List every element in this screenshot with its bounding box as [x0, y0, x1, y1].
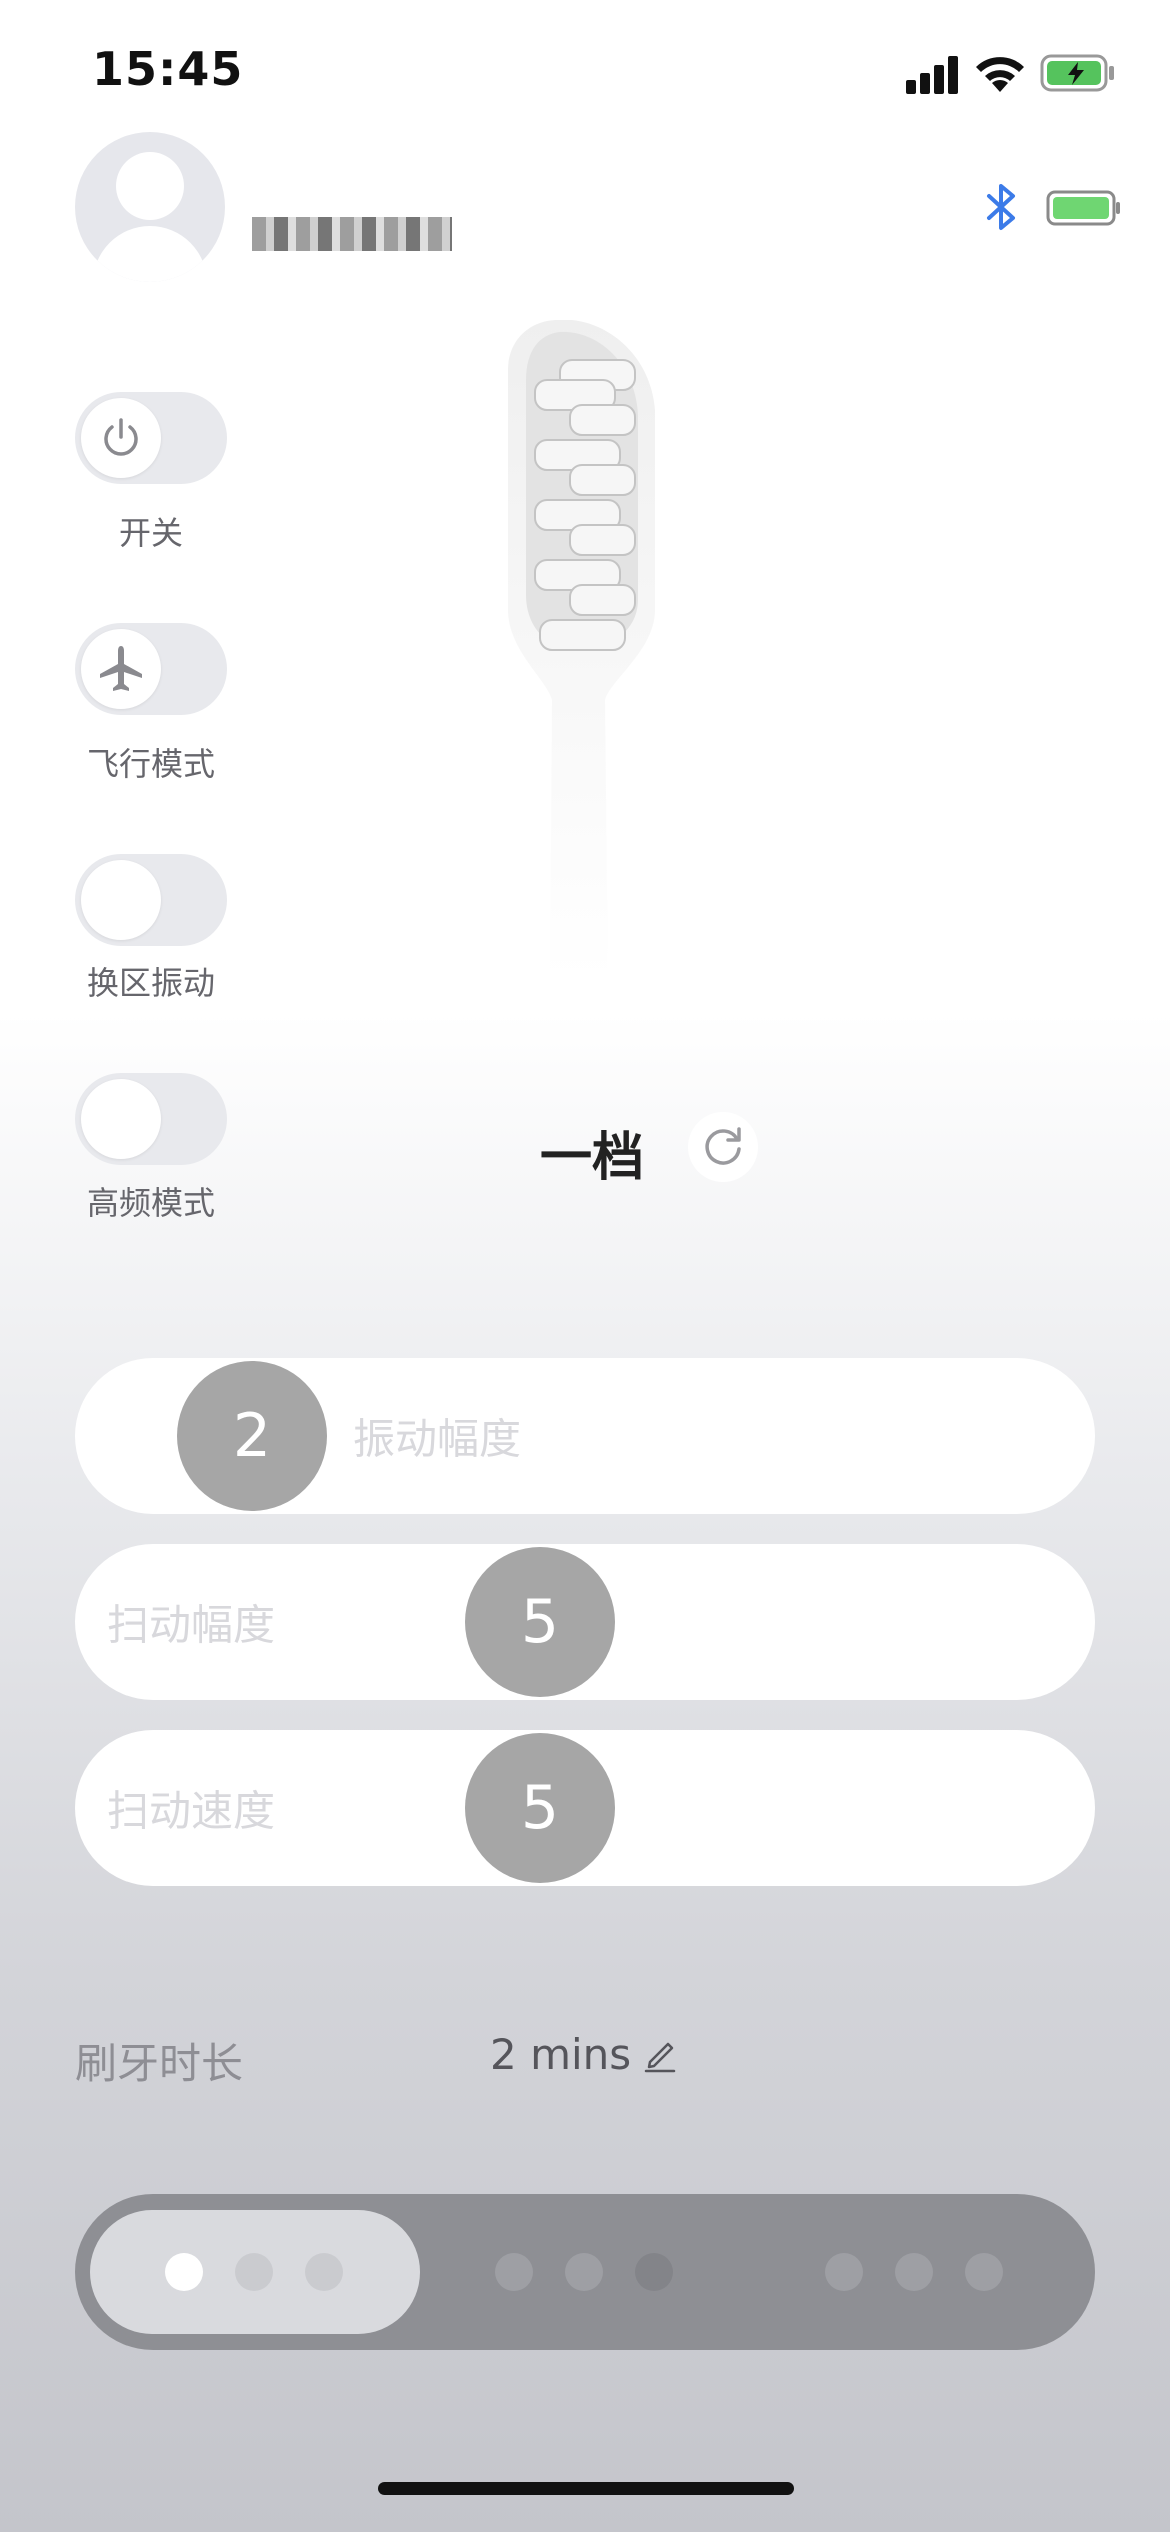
power-toggle-label: 开关	[118, 514, 183, 552]
bluetooth-icon[interactable]	[983, 182, 1019, 232]
power-icon	[81, 398, 161, 478]
status-time: 15:45	[92, 42, 244, 96]
high-frequency-label: 高频模式	[86, 1184, 215, 1222]
mode-dot-2-2[interactable]	[565, 2253, 603, 2291]
zone-vibration-toggle[interactable]	[75, 854, 227, 946]
mode-dot-1-3[interactable]	[305, 2253, 343, 2291]
reset-mode-button[interactable]	[688, 1112, 758, 1182]
mode-label: 一档	[540, 1128, 645, 1188]
sweep-amplitude-slider[interactable]: 扫动幅度 5	[75, 1544, 1095, 1700]
vibration-amplitude-label: 振动幅度	[353, 1414, 522, 1464]
refresh-icon	[705, 1127, 741, 1165]
sweep-speed-knob[interactable]: 5	[465, 1733, 615, 1883]
mode-dot-1-1[interactable]	[165, 2253, 203, 2291]
mode-dot-2-3[interactable]	[635, 2253, 673, 2291]
cellular-signal-icon	[906, 56, 960, 94]
mode-dot-3-2[interactable]	[895, 2253, 933, 2291]
airplane-mode-toggle[interactable]	[75, 623, 227, 715]
pencil-icon[interactable]	[642, 2034, 678, 2074]
mode-dot-3-3[interactable]	[965, 2253, 1003, 2291]
vibration-amplitude-knob[interactable]: 2	[177, 1361, 327, 1511]
wifi-icon	[976, 57, 1024, 92]
mode-dot-1-2[interactable]	[235, 2253, 273, 2291]
sweep-speed-label: 扫动速度	[107, 1786, 276, 1836]
mode-dot-3-1[interactable]	[825, 2253, 863, 2291]
brushing-duration-value[interactable]: 2 mins	[490, 2030, 631, 2079]
zone-vibration-label: 换区振动	[86, 964, 215, 1002]
mode-dot-2-1[interactable]	[495, 2253, 533, 2291]
airplane-mode-label: 飞行模式	[86, 745, 215, 783]
system-battery-icon	[1040, 54, 1114, 92]
power-toggle[interactable]	[75, 392, 227, 484]
sweep-amplitude-knob[interactable]: 5	[465, 1547, 615, 1697]
avatar[interactable]	[75, 132, 225, 282]
device-battery-icon	[1046, 190, 1120, 226]
username: ■■■■■■	[252, 186, 452, 251]
home-indicator[interactable]	[378, 2482, 794, 2495]
toothbrush-head-image	[508, 320, 655, 980]
high-frequency-toggle[interactable]	[75, 1073, 227, 1165]
sweep-amplitude-label: 扫动幅度	[107, 1600, 276, 1650]
airplane-icon	[81, 629, 161, 709]
username-text: ■■■■■■	[252, 217, 452, 251]
sweep-speed-slider[interactable]: 扫动速度 5	[75, 1730, 1095, 1886]
brushing-duration-label: 刷牙时长	[75, 2039, 244, 2088]
vibration-amplitude-slider[interactable]: 2 振动幅度	[75, 1358, 1095, 1514]
